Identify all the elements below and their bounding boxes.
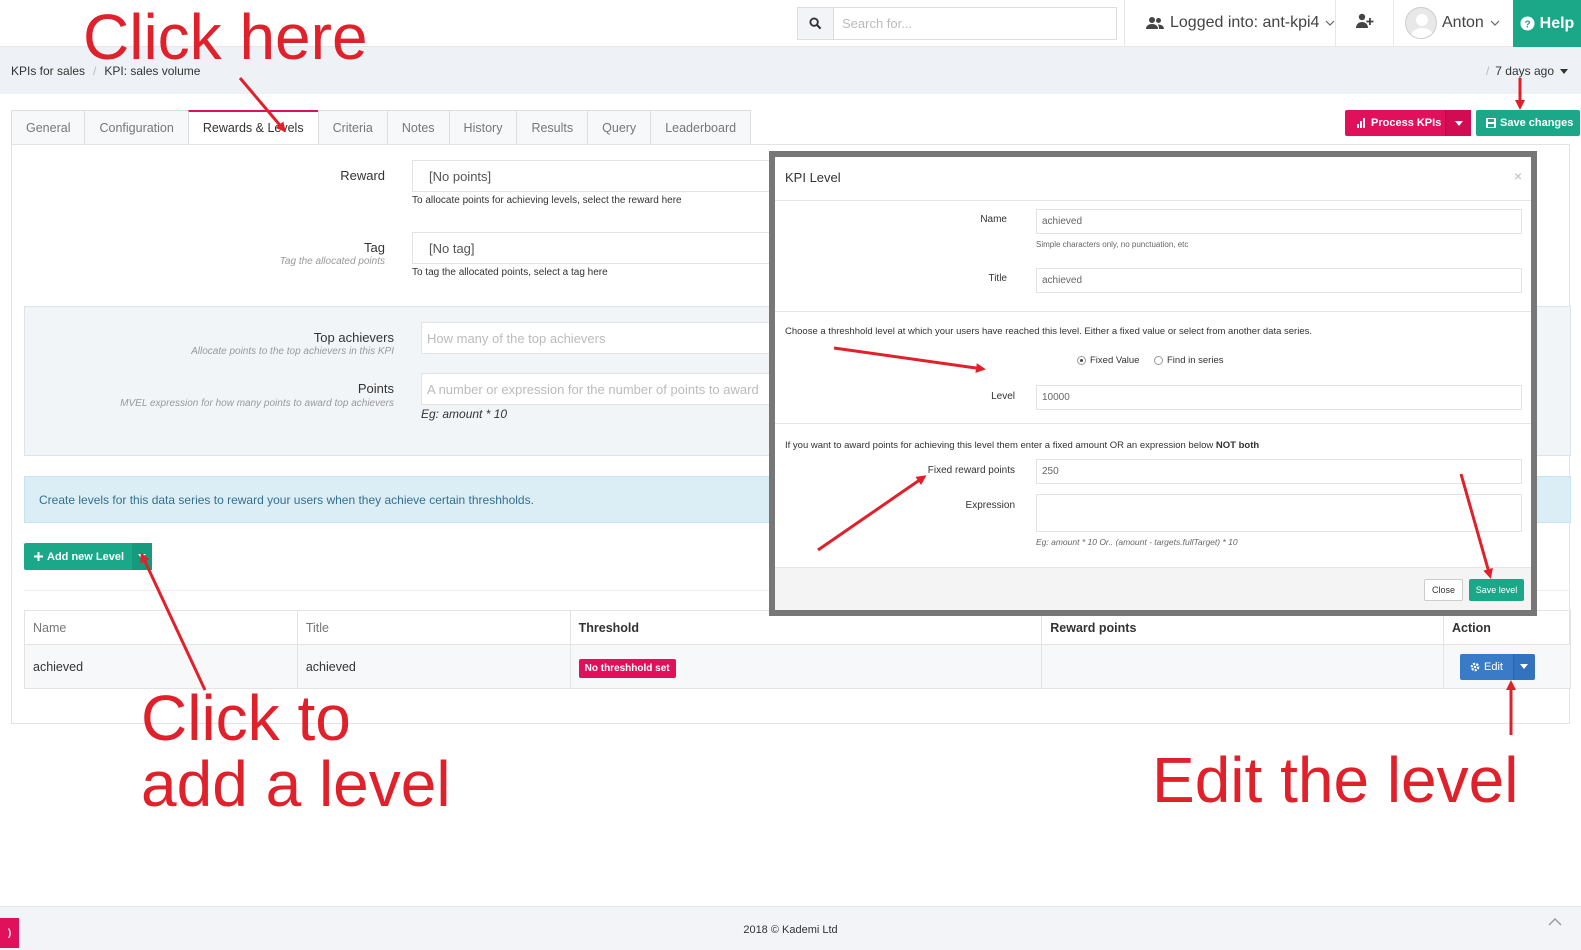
annotation-add-level-line2: add a level xyxy=(141,748,451,820)
annotation-edit-level: Edit the level xyxy=(1152,744,1519,816)
annotation-add-level-line1: Click to xyxy=(141,682,351,754)
chevron-up-icon xyxy=(1548,918,1562,926)
scroll-to-top-button[interactable] xyxy=(1548,914,1562,929)
footer-copyright: 2018 © Kademi Ltd xyxy=(743,924,838,936)
annotation-click-here: Click here xyxy=(83,1,368,73)
footer-badge[interactable]: ) xyxy=(0,918,19,948)
